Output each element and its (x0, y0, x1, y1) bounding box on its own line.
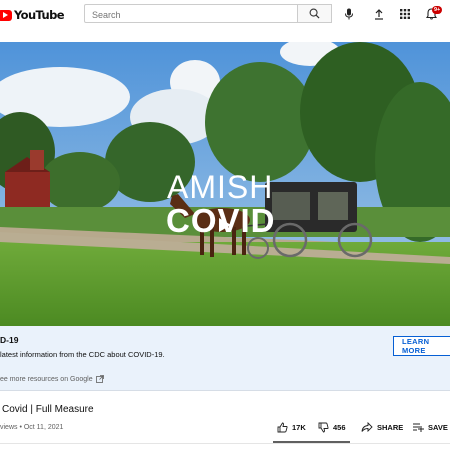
top-header: YouTube Search 9+ (0, 0, 450, 30)
share-label: SHARE (377, 422, 404, 432)
resources-text: ee more resources on Google (0, 375, 93, 383)
mic-button[interactable] (341, 6, 357, 22)
video-player[interactable]: AMISH COVID (0, 42, 450, 326)
more-resources-link[interactable]: ee more resources on Google (0, 375, 104, 383)
youtube-logo[interactable]: YouTube (0, 7, 65, 23)
search-icon (309, 8, 320, 19)
video-title: Covid | Full Measure (2, 404, 94, 415)
upload-button[interactable] (371, 6, 387, 22)
like-button[interactable]: 17K (277, 422, 306, 433)
search-button[interactable] (298, 4, 332, 23)
save-label: SAVE (428, 422, 448, 432)
upload-icon (375, 8, 383, 20)
thumbs-up-icon (277, 422, 288, 433)
info-panel-title: D-19 (0, 335, 19, 345)
share-button[interactable]: SHARE (361, 422, 403, 432)
save-icon (413, 423, 424, 432)
divider (0, 443, 450, 444)
logo-text: YouTube (14, 8, 65, 22)
search-input[interactable] (85, 6, 292, 24)
dislike-button[interactable]: 456 (318, 422, 346, 433)
dislike-count: 456 (333, 423, 346, 432)
play-icon[interactable] (216, 218, 232, 232)
external-link-icon (95, 375, 104, 383)
notification-badge: 9+ (432, 6, 443, 14)
save-button[interactable]: SAVE (413, 422, 448, 432)
mic-icon (345, 8, 353, 20)
video-meta: views • Oct 11, 2021 (0, 424, 64, 431)
share-icon (361, 422, 373, 432)
video-overlay-title-line1: AMISH (167, 169, 274, 205)
apps-icon (400, 9, 410, 19)
like-count: 17K (292, 423, 306, 432)
thumbs-down-icon (318, 422, 329, 433)
apps-button[interactable] (397, 6, 413, 22)
youtube-logo-icon (0, 9, 12, 21)
info-panel-text: latest information from the CDC about CO… (0, 350, 165, 359)
learn-more-button[interactable]: LEARN MORE (393, 336, 450, 356)
search-box[interactable] (84, 4, 298, 24)
